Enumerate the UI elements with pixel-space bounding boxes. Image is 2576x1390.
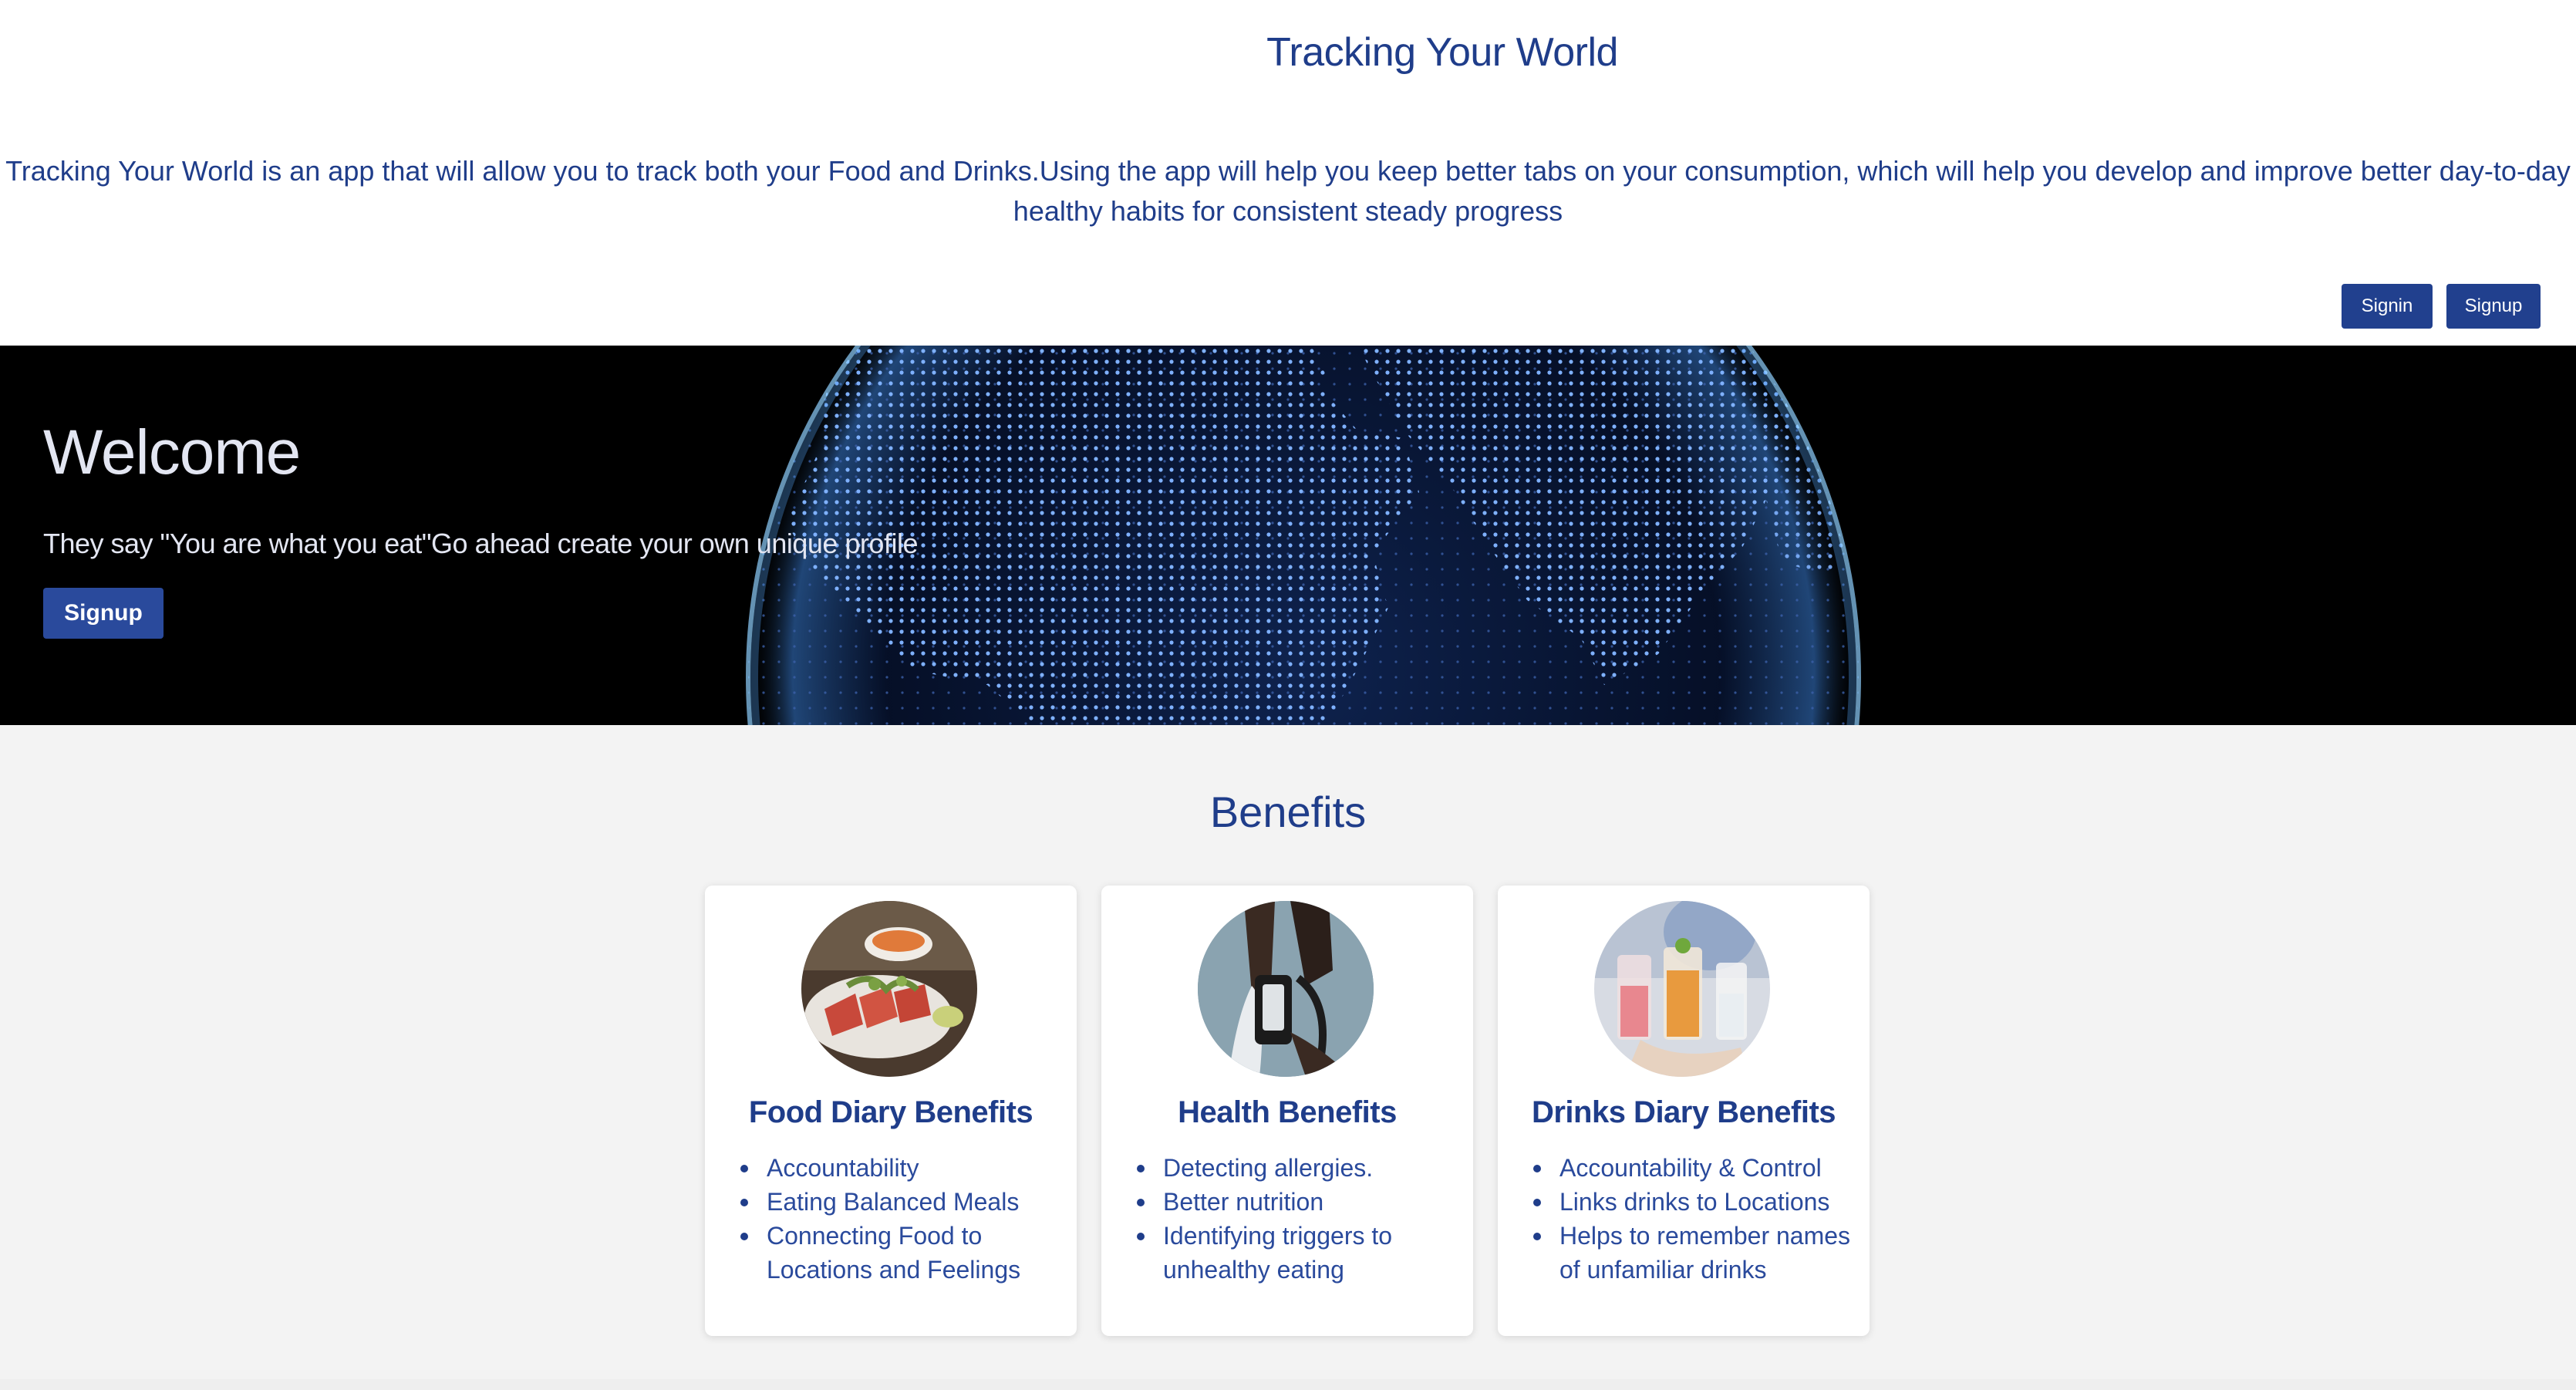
card-title-health: Health Benefits (1178, 1095, 1397, 1129)
list-item: Eating Balanced Meals (740, 1185, 1060, 1219)
list-item: Links drinks to Locations (1533, 1185, 1853, 1219)
benefits-title: Benefits (1209, 788, 1367, 836)
hero-title: Welcome (43, 417, 301, 488)
blood-pressure-image (1198, 901, 1374, 1077)
app-description: Tracking Your World is an app that will … (5, 155, 2571, 227)
list-item: Better nutrition (1137, 1185, 1456, 1219)
card-title-drinks: Drinks Diary Benefits (1531, 1095, 1836, 1129)
health-benefits-list: Detecting allergies. Better nutrition Id… (1137, 1151, 1456, 1287)
app-title: Tracking Your World (1266, 30, 1618, 75)
list-item: Accountability (740, 1151, 1060, 1185)
benefits-section: Benefits Food Diary Benefits Accountabil… (0, 725, 2576, 1390)
signin-button[interactable]: Signin (2342, 284, 2433, 329)
drinks-diary-card: Drinks Diary Benefits Accountability & C… (1498, 886, 1870, 1336)
list-item: Connecting Food to Locations and Feeling… (740, 1219, 1060, 1287)
hero-subtitle: They say "You are what you eat"Go ahead … (43, 528, 918, 559)
hero-signup-button[interactable]: Signup (43, 588, 164, 639)
health-card: Health Benefits Detecting allergies. Bet… (1101, 886, 1473, 1336)
card-title-food: Food Diary Benefits (748, 1095, 1033, 1129)
drinks-benefits-list: Accountability & Control Links drinks to… (1533, 1151, 1853, 1287)
food-plate-image (801, 901, 977, 1077)
site-header: Tracking Your World Tracking Your World … (0, 0, 2576, 346)
cocktail-drinks-image (1594, 901, 1770, 1077)
list-item: Helps to remember names of unfamiliar dr… (1533, 1219, 1853, 1287)
list-item: Detecting allergies. (1137, 1151, 1456, 1185)
signup-header-button[interactable]: Signup (2446, 284, 2541, 329)
food-diary-card: Food Diary Benefits Accountability Eatin… (705, 886, 1077, 1336)
list-item: Identifying triggers to unhealthy eating (1137, 1219, 1456, 1287)
food-benefits-list: Accountability Eating Balanced Meals Con… (740, 1151, 1060, 1287)
list-item: Accountability & Control (1533, 1151, 1853, 1185)
section-divider (0, 1379, 2576, 1390)
